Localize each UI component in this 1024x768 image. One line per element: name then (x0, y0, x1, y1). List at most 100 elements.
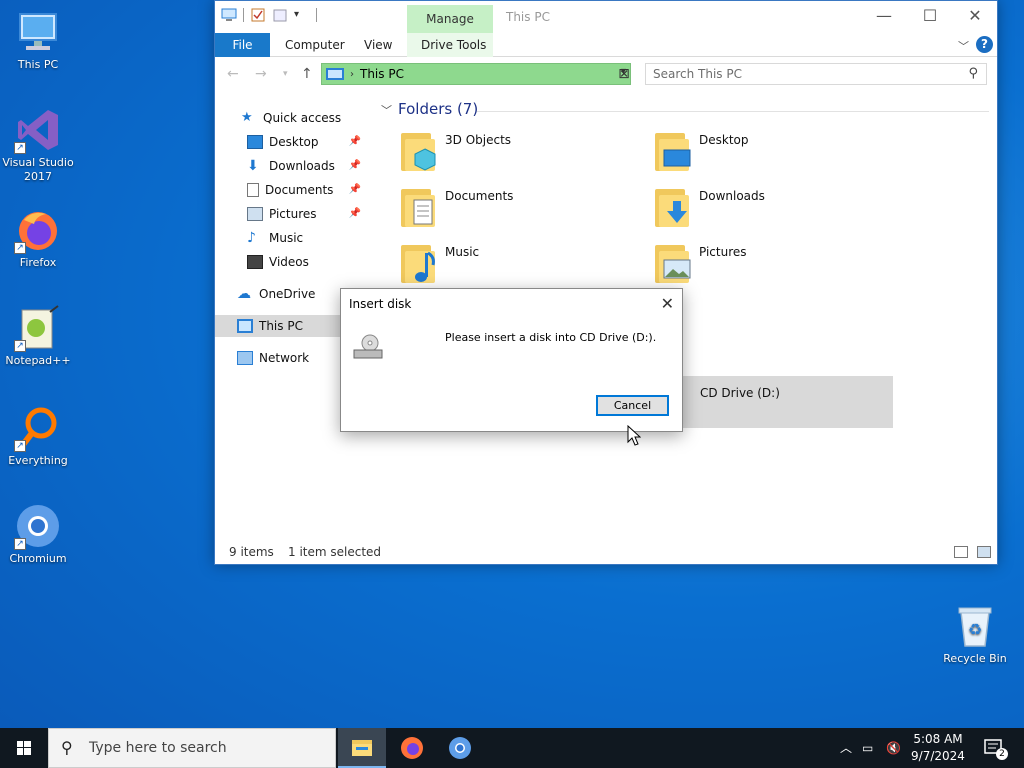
svg-text:♻: ♻ (968, 620, 982, 639)
nav-pictures[interactable]: Pictures 📌 (215, 203, 375, 225)
network-icon (237, 351, 253, 365)
cancel-button[interactable]: Cancel (596, 395, 669, 416)
folder-desktop[interactable]: Desktop (653, 129, 893, 177)
folders-group-header[interactable]: ﹀ Folders (7) (381, 100, 478, 118)
firefox-icon: ↗ (14, 206, 62, 254)
tab-view[interactable]: View (364, 33, 392, 57)
desktop-icon-notepad-plus-plus[interactable]: ↗ Notepad++ (0, 304, 76, 368)
minimize-button[interactable]: — (861, 1, 907, 31)
desktop-icon-label: Firefox (19, 256, 57, 269)
folder-pictures-icon (653, 241, 691, 285)
action-center-button[interactable]: 2 (982, 728, 1008, 768)
folder-downloads-icon (653, 185, 691, 229)
search-input[interactable]: Search This PC ⚲ (645, 63, 987, 85)
dialog-body: Please insert a disk into CD Drive (D:).… (341, 319, 682, 431)
computer-icon (237, 319, 253, 333)
taskbar-chromium[interactable] (436, 728, 484, 768)
chromium-icon: ↗ (14, 502, 62, 550)
address-bar[interactable]: › This PC ▾ (321, 63, 631, 85)
recent-locations-icon[interactable]: ▾ (283, 69, 288, 79)
taskbar-file-explorer[interactable] (338, 728, 386, 768)
start-button[interactable] (0, 728, 48, 768)
cd-drive-item[interactable]: CD Drive (D:) (683, 376, 893, 428)
desktop-icon-everything[interactable]: ↗ Everything (0, 404, 76, 468)
file-explorer-window: ▾ Manage This PC — ☐ ✕ File Computer Vie… (214, 0, 998, 565)
shortcut-arrow-icon: ↗ (14, 142, 26, 154)
pin-icon: 📌 (348, 184, 361, 195)
shortcut-arrow-icon: ↗ (14, 538, 26, 550)
details-view-icon[interactable] (954, 546, 968, 558)
taskbar: ⚲ Type here to search ︿ ▭ 🔇 5:08 AM 9/7/… (0, 728, 1024, 768)
properties-icon[interactable] (250, 7, 266, 23)
volume-muted-icon[interactable]: 🔇 (886, 728, 901, 768)
nav-desktop[interactable]: Desktop 📌 (215, 131, 375, 153)
desktop-icon-recycle-bin[interactable]: ♻ Recycle Bin (937, 602, 1013, 666)
folder-pictures[interactable]: Pictures (653, 241, 893, 289)
folder-desktop-icon (653, 129, 691, 173)
folder-3d-objects-icon (399, 129, 437, 173)
notepad-plus-plus-icon: ↗ (14, 304, 62, 352)
maximize-button[interactable]: ☐ (907, 1, 953, 31)
desktop-icon-label: Everything (8, 454, 68, 467)
taskbar-firefox[interactable] (388, 728, 436, 768)
taskbar-search-input[interactable]: ⚲ Type here to search (48, 728, 336, 768)
help-icon[interactable]: ? (976, 36, 993, 53)
dialog-close-icon[interactable]: ✕ (661, 294, 674, 313)
tab-drive-tools[interactable]: Drive Tools (421, 33, 486, 57)
folder-3d-objects[interactable]: 3D Objects (399, 129, 639, 177)
desktop-icon-visual-studio[interactable]: ↗ Visual Studio 2017 (0, 106, 76, 184)
video-icon (247, 255, 263, 269)
desktop-icon-chromium[interactable]: ↗ Chromium (0, 502, 76, 566)
close-button[interactable]: ✕ (952, 1, 998, 31)
pin-icon: 📌 (348, 160, 361, 171)
desktop-icon-label: Visual Studio 2017 (2, 156, 74, 183)
windows-logo-icon (17, 741, 31, 755)
up-arrow-icon[interactable]: ↑ (301, 66, 313, 82)
dialog-title: Insert disk (349, 297, 412, 311)
desktop-icon (247, 135, 263, 149)
system-clock[interactable]: 5:08 AM 9/7/2024 (900, 731, 976, 765)
clock-date: 9/7/2024 (911, 749, 965, 763)
tab-file[interactable]: File (215, 33, 270, 57)
customize-toolbar-icon[interactable]: ▾ (294, 7, 310, 23)
nav-videos[interactable]: Videos (215, 251, 375, 273)
dialog-title-bar: Insert disk ✕ (341, 289, 682, 319)
desktop-icon-label: Notepad++ (5, 354, 71, 367)
back-arrow-icon[interactable]: ← (227, 66, 239, 82)
address-path: This PC (360, 67, 404, 81)
file-explorer-icon (352, 740, 372, 756)
notification-count-badge: 2 (996, 748, 1008, 760)
tab-computer[interactable]: Computer (285, 33, 345, 57)
nav-downloads[interactable]: ⬇ Downloads 📌 (215, 155, 375, 177)
search-icon: ⚲ (61, 738, 73, 757)
desktop-icon-firefox[interactable]: ↗ Firefox (0, 206, 76, 270)
nav-documents[interactable]: Documents 📌 (215, 179, 375, 201)
shortcut-arrow-icon: ↗ (14, 440, 26, 452)
network-status-icon[interactable]: ▭ (862, 728, 873, 768)
folder-documents[interactable]: Documents (399, 185, 639, 233)
cd-drive-icon (353, 333, 383, 361)
computer-icon (326, 68, 344, 80)
folder-downloads[interactable]: Downloads (653, 185, 893, 233)
item-count: 9 items (229, 545, 274, 559)
new-folder-icon[interactable] (272, 7, 288, 23)
search-icon: ⚲ (968, 66, 978, 81)
taskbar-search-placeholder: Type here to search (89, 740, 227, 756)
window-title: This PC (506, 10, 550, 24)
clear-address-icon[interactable]: ⊠ (617, 65, 631, 83)
chromium-icon (449, 737, 471, 759)
desktop-icon-label: Chromium (9, 552, 67, 565)
forward-arrow-icon[interactable]: → (255, 66, 267, 82)
computer-small-icon (221, 7, 237, 23)
folder-music[interactable]: Music (399, 241, 639, 289)
nav-music[interactable]: ♪ Music (215, 227, 375, 249)
collapse-ribbon-icon[interactable]: ﹀ (958, 38, 969, 54)
nav-quick-access[interactable]: ★ Quick access (215, 107, 375, 129)
firefox-icon (401, 737, 423, 759)
manage-tab[interactable]: Manage (407, 5, 493, 33)
visual-studio-icon: ↗ (14, 106, 62, 154)
show-hidden-icons-icon[interactable]: ︿ (840, 728, 852, 768)
ribbon-tabs: File Computer View Drive Tools ﹀ ? (215, 33, 997, 57)
large-icons-view-icon[interactable] (977, 546, 991, 558)
desktop-icon-this-pc[interactable]: This PC (0, 8, 76, 72)
